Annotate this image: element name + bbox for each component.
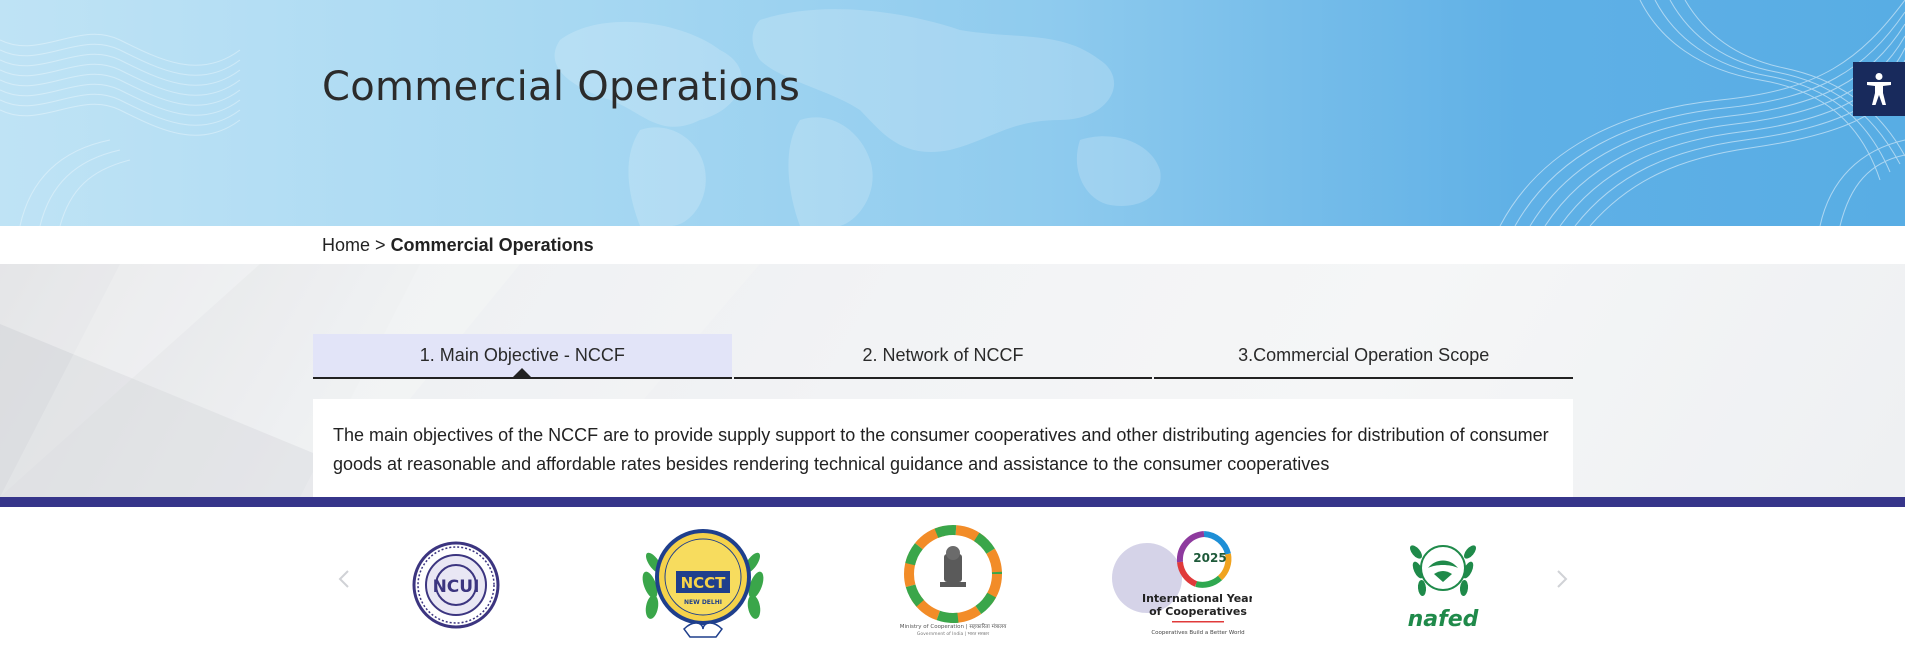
ncui-logo[interactable]: NCUI [412,541,500,629]
breadcrumb-home-link[interactable]: Home [322,235,370,255]
accessibility-button[interactable] [1853,62,1905,116]
ministry-logo-line1: Ministry of Cooperation | सहकारिता मंत्र… [900,623,1007,630]
ministry-emblem: Ministry of Cooperation | सहकारिता मंत्र… [900,525,1007,637]
breadcrumb-bar: Home > Commercial Operations [0,226,1905,264]
tab-network[interactable]: 2. Network of NCCF [733,334,1153,379]
iyc-logo-line2: of Cooperatives [1149,605,1247,618]
nafed-emblem: nafed [1408,545,1479,632]
ncct-emblem: NCCT NEW DELHI [642,529,764,638]
footer-divider [0,497,1905,507]
ministry-of-cooperation-logo[interactable]: Ministry of Cooperation | सहकारिता मंत्र… [888,524,1018,640]
accessibility-icon [1867,73,1891,105]
breadcrumb: Home > Commercial Operations [322,235,594,256]
iyc-logo-year: 2025 [1193,551,1226,565]
nafed-logo[interactable]: nafed [1404,530,1482,634]
ncui-logo-text: NCUI [433,577,480,597]
ncct-logo-subtext: NEW DELHI [684,599,722,606]
iyc-2025-logo[interactable]: 2025 International Year of Cooperatives … [1110,526,1255,640]
chevron-right-icon [1557,570,1568,588]
ncui-emblem: NCUI [412,541,500,629]
nafed-logo-text: nafed [1408,607,1479,632]
iyc-logo-line1: International Year [1142,592,1252,605]
chevron-left-icon [338,570,349,588]
tab-main-objective[interactable]: 1. Main Objective - NCCF [313,334,732,379]
hero-banner: Commercial Operations [0,0,1905,226]
ncct-logo[interactable]: NCCT NEW DELHI [636,525,770,640]
tab-content-panel: The main objectives of the NCCF are to p… [313,399,1573,499]
carousel-prev-button[interactable] [332,565,356,593]
tab-commercial-scope[interactable]: 3.Commercial Operation Scope [1154,334,1574,379]
iyc-emblem: 2025 International Year of Cooperatives … [1112,531,1255,636]
iyc-logo-tagline: Cooperatives Build a Better World [1151,630,1244,636]
carousel-next-button[interactable] [1550,565,1574,593]
breadcrumb-current: Commercial Operations [390,235,594,255]
ncct-logo-text: NCCT [681,574,727,592]
page-title: Commercial Operations [322,64,801,110]
tab-bar: 1. Main Objective - NCCF 2. Network of N… [313,334,1574,379]
ministry-logo-line2: Government of India | भारत सरकार [917,631,989,637]
breadcrumb-separator: > [375,235,386,255]
objective-text: The main objectives of the NCCF are to p… [333,425,1549,474]
world-map-background [0,0,1905,226]
